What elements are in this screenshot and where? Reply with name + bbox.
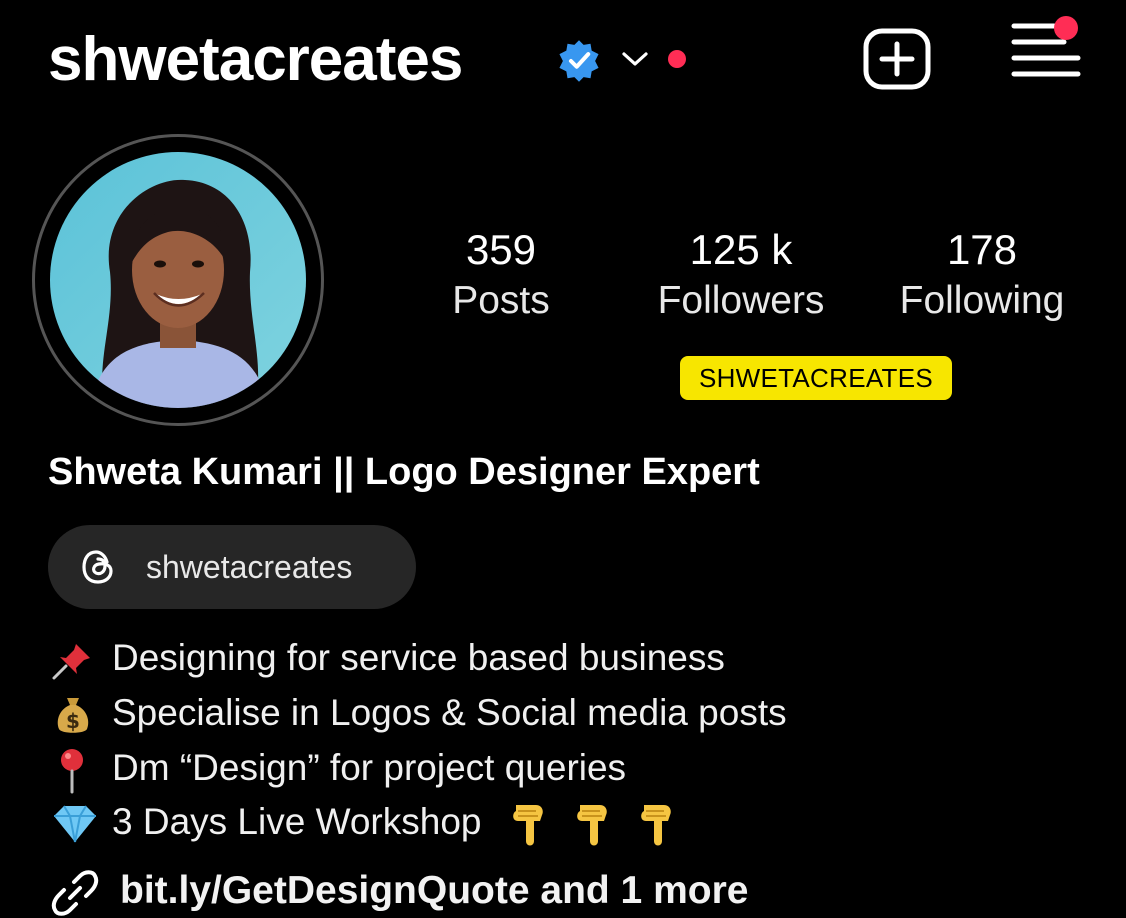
following-count: 178: [946, 226, 1018, 273]
threads-profile-chip[interactable]: shwetacreates: [48, 525, 416, 609]
gem-icon: [50, 798, 112, 846]
threads-icon: [82, 550, 113, 584]
posts-label: Posts: [452, 279, 550, 322]
chevron-down-icon[interactable]: [620, 48, 650, 70]
bio-line: $ Specialise in Logos & Social media pos…: [50, 689, 787, 738]
followers-label: Followers: [657, 279, 825, 322]
threads-handle: shwetacreates: [146, 549, 353, 585]
bio-line-text: Designing for service based business: [112, 637, 725, 678]
pointing-down-icon: [570, 801, 626, 846]
pushpin-icon: [50, 634, 112, 682]
stat-posts[interactable]: 359 Posts: [420, 224, 582, 326]
stat-followers[interactable]: 125 k Followers: [640, 224, 842, 326]
bio-line-text: Specialise in Logos & Social media posts: [112, 692, 787, 733]
followers-count: 125 k: [689, 226, 793, 273]
following-label: Following: [899, 279, 1065, 322]
bio-line: 3 Days Live Workshop: [50, 798, 680, 849]
display-name: Shweta Kumari || Logo Designer Expert: [48, 451, 760, 493]
round-pushpin-icon: [50, 744, 112, 794]
bio-line-text: Dm “Design” for project queries: [112, 747, 627, 788]
svg-text:$: $: [66, 709, 80, 733]
link-icon: [51, 870, 99, 916]
username-overlay-tag: SHWETACREATES: [680, 356, 952, 400]
avatar[interactable]: [50, 152, 306, 408]
menu-notification-badge: [1054, 16, 1078, 40]
stat-following[interactable]: 178 Following: [884, 224, 1080, 326]
bio-link-text[interactable]: bit.ly/GetDesignQuote and 1 more: [120, 864, 748, 918]
profile-photo: [50, 152, 306, 408]
create-post-button[interactable]: [862, 28, 932, 90]
notification-dot: [668, 50, 686, 68]
username-title[interactable]: shwetacreates: [48, 22, 463, 98]
bio-line: Designing for service based business: [50, 634, 725, 682]
posts-count: 359: [465, 226, 537, 273]
money-bag-icon: $: [50, 689, 112, 738]
pointing-down-icon: [506, 801, 562, 846]
bio-line-text: 3 Days Live Workshop: [112, 801, 482, 842]
pointing-down-icon: [634, 801, 680, 846]
verified-badge-icon: [559, 40, 599, 82]
bio-line: Dm “Design” for project queries: [50, 744, 626, 794]
